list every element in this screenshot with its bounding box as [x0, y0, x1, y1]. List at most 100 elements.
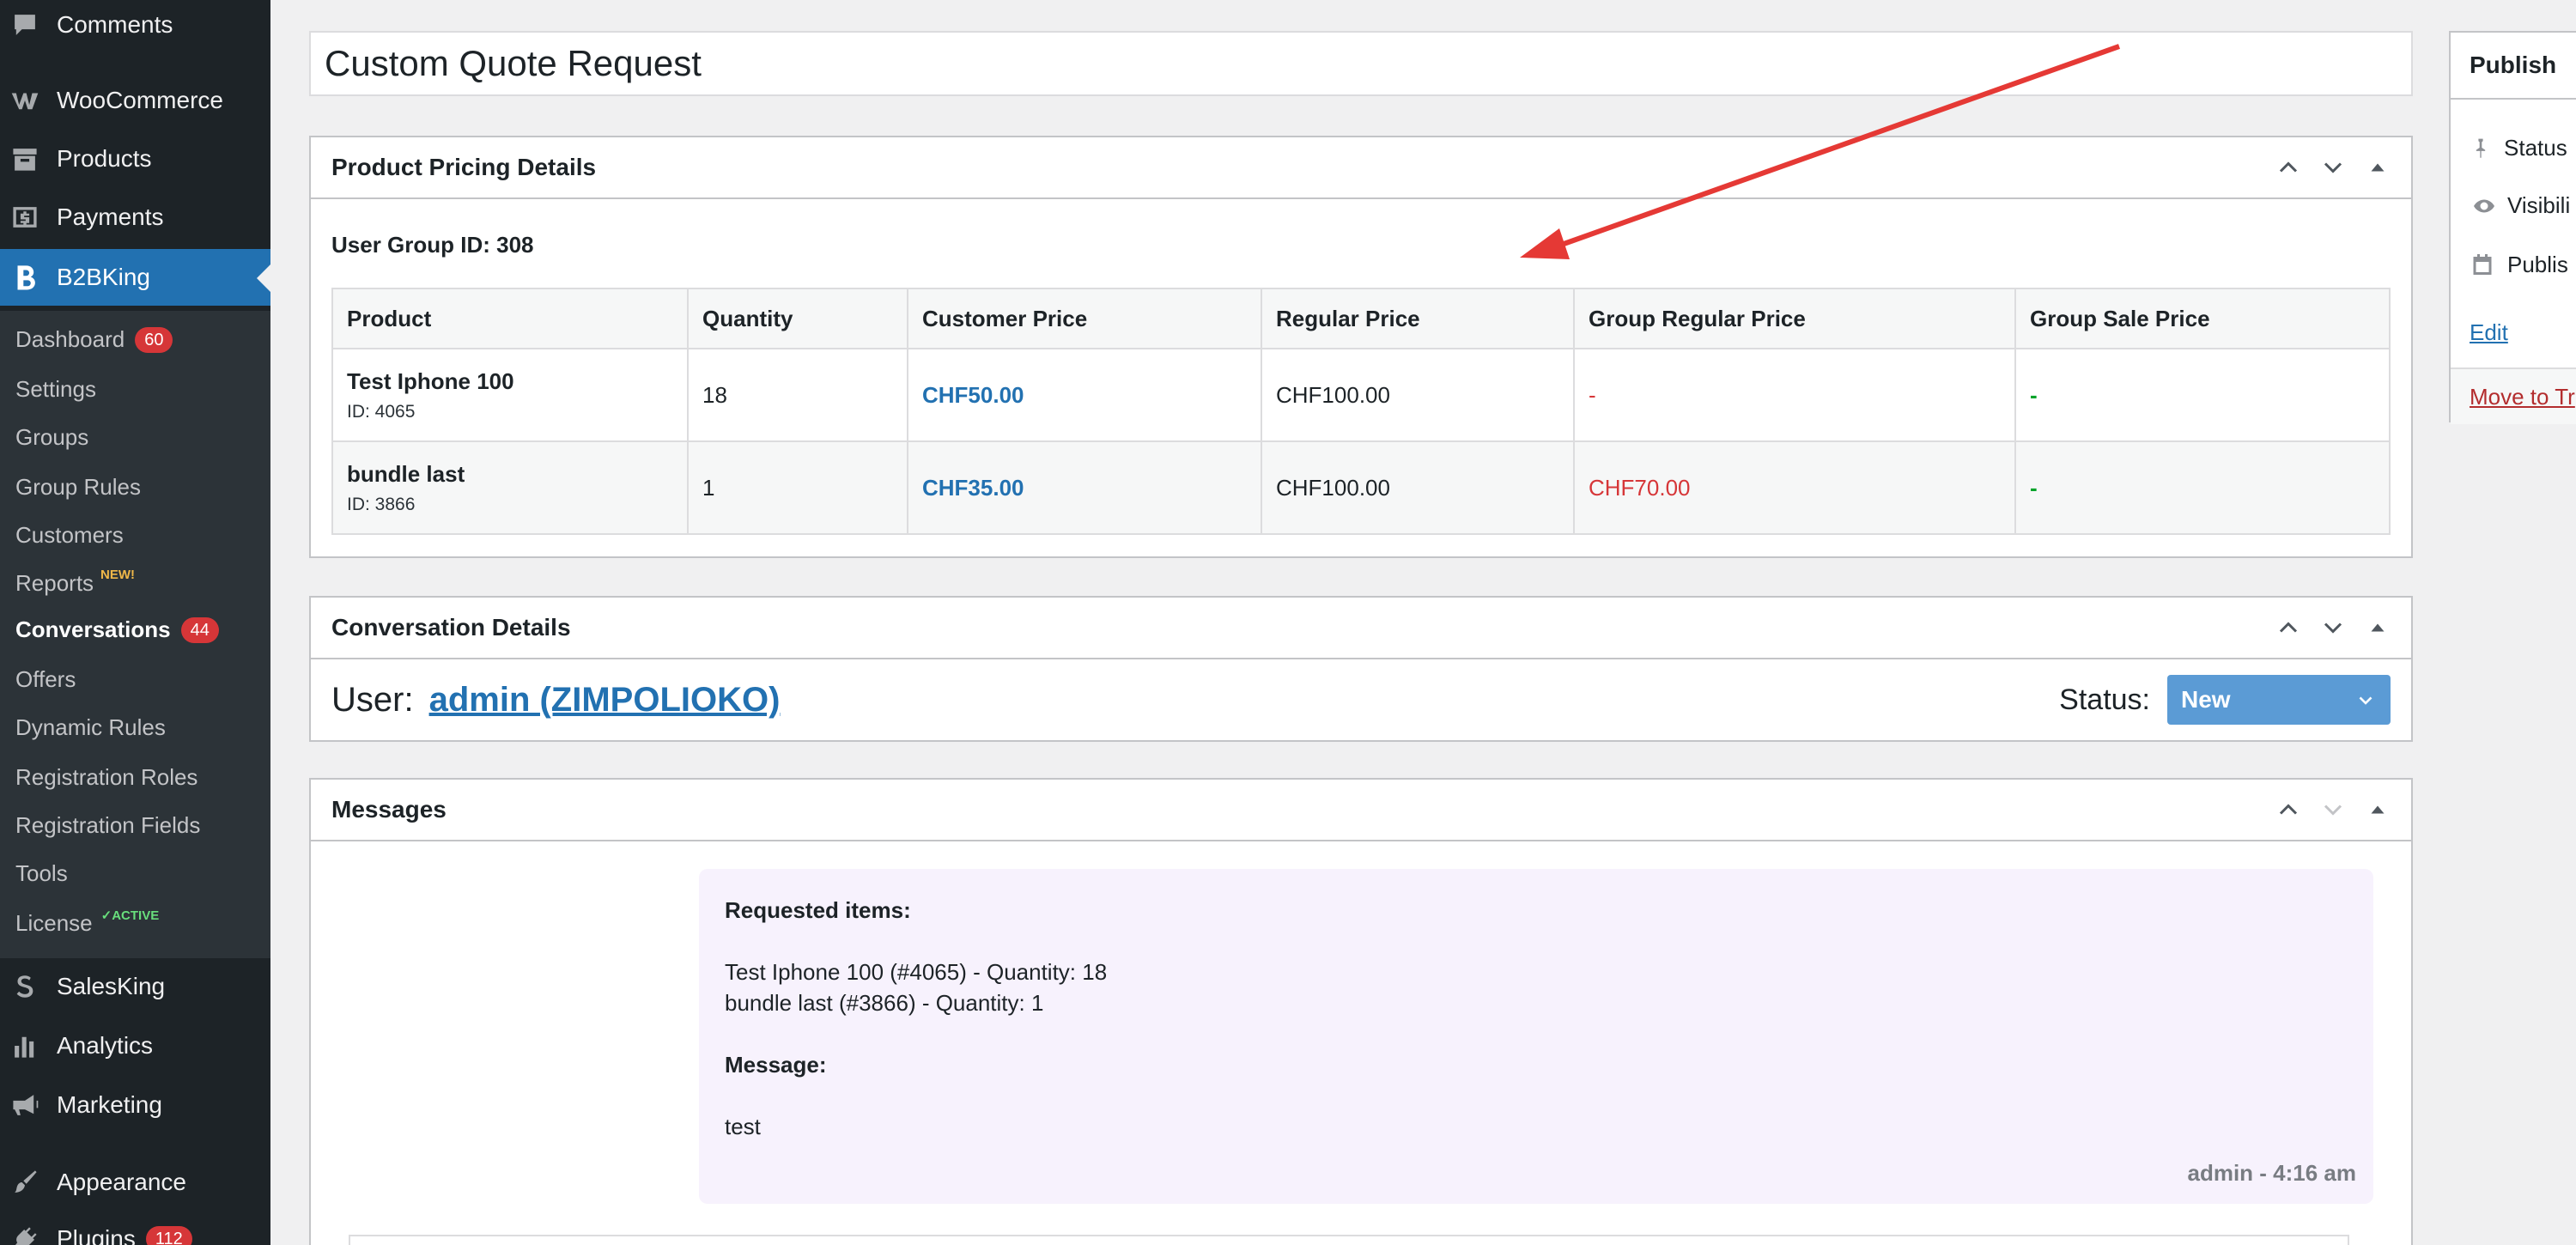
menu-comments[interactable]: Comments — [0, 3, 270, 46]
col-group-sale-price: Group Sale Price — [2014, 288, 2391, 349]
eye-icon — [2474, 199, 2494, 212]
status-label: Status: — [2059, 683, 2150, 716]
message-bubble: Requested items: Test Iphone 100 (#4065)… — [699, 869, 2373, 1204]
group-regular-price-cell: CHF70.00 — [1573, 440, 2016, 535]
product-id: ID: 3866 — [347, 494, 416, 514]
user-label: User: — [331, 680, 414, 719]
menu-products[interactable]: Products — [0, 137, 270, 180]
move-up-icon[interactable] — [2275, 155, 2301, 180]
col-product: Product — [331, 288, 689, 349]
submenu-tools[interactable]: Tools — [15, 860, 68, 887]
plugin-icon — [9, 1223, 41, 1245]
requested-items-label: Requested items: — [725, 897, 911, 923]
submenu-group-rules[interactable]: Group Rules — [15, 474, 141, 501]
col-customer-price: Customer Price — [907, 288, 1262, 349]
bar-chart-icon — [9, 1029, 41, 1062]
quantity-cell: 18 — [687, 348, 908, 442]
col-regular-price: Regular Price — [1261, 288, 1575, 349]
conversation-details-box: Conversation Details User: admin (ZIMPOL… — [309, 596, 2413, 742]
menu-plugins[interactable]: Plugins 112 — [0, 1218, 270, 1245]
publish-title: Publish — [2451, 33, 2576, 100]
conversation-details-header: Conversation Details — [311, 598, 2411, 659]
message-text: test — [725, 1114, 761, 1139]
group-sale-price-cell: - — [2014, 348, 2391, 442]
conversations-count-badge: 44 — [180, 616, 219, 643]
submenu-settings[interactable]: Settings — [15, 376, 96, 403]
license-active-badge: ✓ACTIVE — [100, 908, 160, 923]
menu-b2bking[interactable]: B2BKing — [0, 249, 270, 306]
pin-icon — [2476, 138, 2486, 158]
archive-icon — [9, 143, 41, 175]
product-id: ID: 4065 — [347, 401, 416, 422]
table-row: bundle last ID: 3866 1 CHF35.00 CHF100.00… — [331, 440, 2391, 535]
collapse-toggle-icon[interactable] — [2365, 797, 2391, 823]
reply-textarea[interactable] — [349, 1235, 2349, 1245]
move-up-icon[interactable] — [2275, 797, 2301, 823]
submenu-offers[interactable]: Offers — [15, 666, 76, 693]
submenu-license[interactable]: License ✓ACTIVE — [15, 908, 160, 937]
move-down-icon[interactable] — [2320, 615, 2346, 641]
plugins-count-badge: 112 — [145, 1226, 192, 1245]
messages-header: Messages — [311, 780, 2411, 841]
paintbrush-icon — [9, 1166, 41, 1199]
group-regular-price-cell: - — [1573, 348, 2016, 442]
submenu-dynamic-rules[interactable]: Dynamic Rules — [15, 714, 166, 741]
comment-icon — [9, 9, 41, 41]
woocommerce-icon — [9, 84, 41, 117]
requested-item-line: bundle last (#3866) - Quantity: 1 — [725, 990, 1044, 1016]
calendar-icon — [2473, 254, 2492, 275]
menu-payments[interactable]: Payments — [0, 196, 270, 239]
publish-date-row: Publis — [2470, 251, 2568, 278]
regular-price-cell: CHF100.00 — [1261, 348, 1575, 442]
submenu-reports[interactable]: Reports NEW! — [15, 568, 136, 597]
menu-marketing[interactable]: Marketing — [0, 1084, 270, 1127]
menu-woocommerce[interactable]: WooCommerce — [0, 79, 270, 122]
chevron-down-icon — [2359, 696, 2372, 705]
regular-price-cell: CHF100.00 — [1261, 440, 1575, 535]
product-name: bundle last — [347, 460, 465, 487]
publish-box: Publish Status Visibili Publis Edit Move… — [2449, 31, 2576, 424]
status-selected-value: New — [2181, 686, 2231, 713]
message-meta: admin - 4:16 am — [2187, 1160, 2356, 1186]
b2bking-submenu: Dashboard 60 Settings Groups Group Rules … — [0, 311, 270, 958]
messages-box: Messages Requested items: Test Iphone 10… — [309, 778, 2413, 1245]
submenu-registration-roles[interactable]: Registration Roles — [15, 764, 197, 791]
megaphone-icon — [9, 1089, 41, 1121]
publish-edit-link[interactable]: Edit — [2470, 319, 2508, 346]
salesking-icon — [9, 970, 41, 1003]
messages-title: Messages — [331, 796, 447, 823]
submenu-groups[interactable]: Groups — [15, 424, 88, 451]
pricing-details-title: Product Pricing Details — [331, 154, 597, 180]
publish-status-row: Status — [2470, 134, 2567, 161]
group-sale-price-cell: - — [2014, 440, 2391, 535]
payments-icon — [9, 201, 41, 234]
admin-sidebar: Comments WooCommerce Products Payments B… — [0, 0, 270, 1245]
col-quantity: Quantity — [687, 288, 908, 349]
collapse-toggle-icon[interactable] — [2365, 155, 2391, 180]
user-profile-link[interactable]: admin (ZIMPOLIOKO) — [429, 681, 781, 720]
publish-visibility-row: Visibili — [2470, 192, 2570, 219]
submenu-registration-fields[interactable]: Registration Fields — [15, 812, 200, 839]
submenu-conversations[interactable]: Conversations 44 — [15, 616, 219, 643]
customer-price-cell: CHF35.00 — [907, 440, 1262, 535]
status-select[interactable]: New — [2167, 675, 2391, 725]
collapse-toggle-icon[interactable] — [2365, 615, 2391, 641]
b2bking-icon — [9, 261, 41, 294]
requested-item-line: Test Iphone 100 (#4065) - Quantity: 18 — [725, 959, 1108, 985]
annotation-arrow — [1520, 44, 2121, 259]
message-label: Message: — [725, 1052, 827, 1078]
move-to-trash-link[interactable]: Move to Tr — [2470, 384, 2575, 410]
col-group-regular-price: Group Regular Price — [1573, 288, 2016, 349]
move-down-icon[interactable] — [2320, 155, 2346, 180]
table-row: Test Iphone 100 ID: 4065 18 CHF50.00 CHF1… — [331, 348, 2391, 442]
submenu-dashboard[interactable]: Dashboard 60 — [15, 326, 173, 353]
move-down-icon[interactable] — [2320, 797, 2346, 823]
menu-salesking[interactable]: SalesKing — [0, 965, 270, 1008]
submenu-customers[interactable]: Customers — [15, 522, 124, 549]
product-name: Test Iphone 100 — [347, 367, 514, 394]
reports-new-badge: NEW! — [100, 568, 136, 582]
conversation-details-title: Conversation Details — [331, 614, 571, 641]
menu-appearance[interactable]: Appearance — [0, 1161, 270, 1204]
menu-analytics[interactable]: Analytics — [0, 1024, 270, 1067]
move-up-icon[interactable] — [2275, 615, 2301, 641]
